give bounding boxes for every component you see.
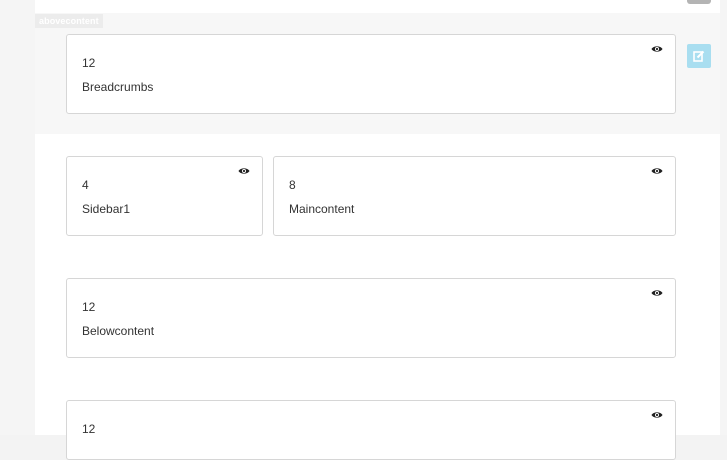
eye-icon[interactable] <box>651 43 663 55</box>
right-gutter <box>720 0 727 435</box>
eye-icon[interactable] <box>651 287 663 299</box>
block-size: 12 <box>82 300 96 314</box>
eye-icon[interactable] <box>651 165 663 177</box>
block-size: 4 <box>82 178 89 192</box>
block-name: Maincontent <box>289 202 355 216</box>
block-size: 12 <box>82 422 96 436</box>
block-sidebar1[interactable]: 4 Sidebar1 <box>66 156 263 236</box>
block-size: 12 <box>82 56 96 70</box>
edit-section-button[interactable] <box>687 44 711 68</box>
block-unnamed[interactable]: 12 <box>66 400 676 460</box>
block-name: Sidebar1 <box>82 202 131 216</box>
eye-icon[interactable] <box>651 409 663 421</box>
block-name: Breadcrumbs <box>82 80 154 94</box>
block-breadcrumbs[interactable]: 12 Breadcrumbs <box>66 34 676 114</box>
eye-icon[interactable] <box>238 165 250 177</box>
edit-icon <box>693 50 705 62</box>
section-control-button[interactable] <box>687 0 711 4</box>
left-gutter <box>0 0 35 435</box>
block-maincontent[interactable]: 8 Maincontent <box>273 156 676 236</box>
top-strip <box>35 0 720 13</box>
section-tag: abovecontent <box>35 14 103 28</box>
block-belowcontent[interactable]: 12 Belowcontent <box>66 278 676 358</box>
block-name: Belowcontent <box>82 324 155 338</box>
block-size: 8 <box>289 178 296 192</box>
